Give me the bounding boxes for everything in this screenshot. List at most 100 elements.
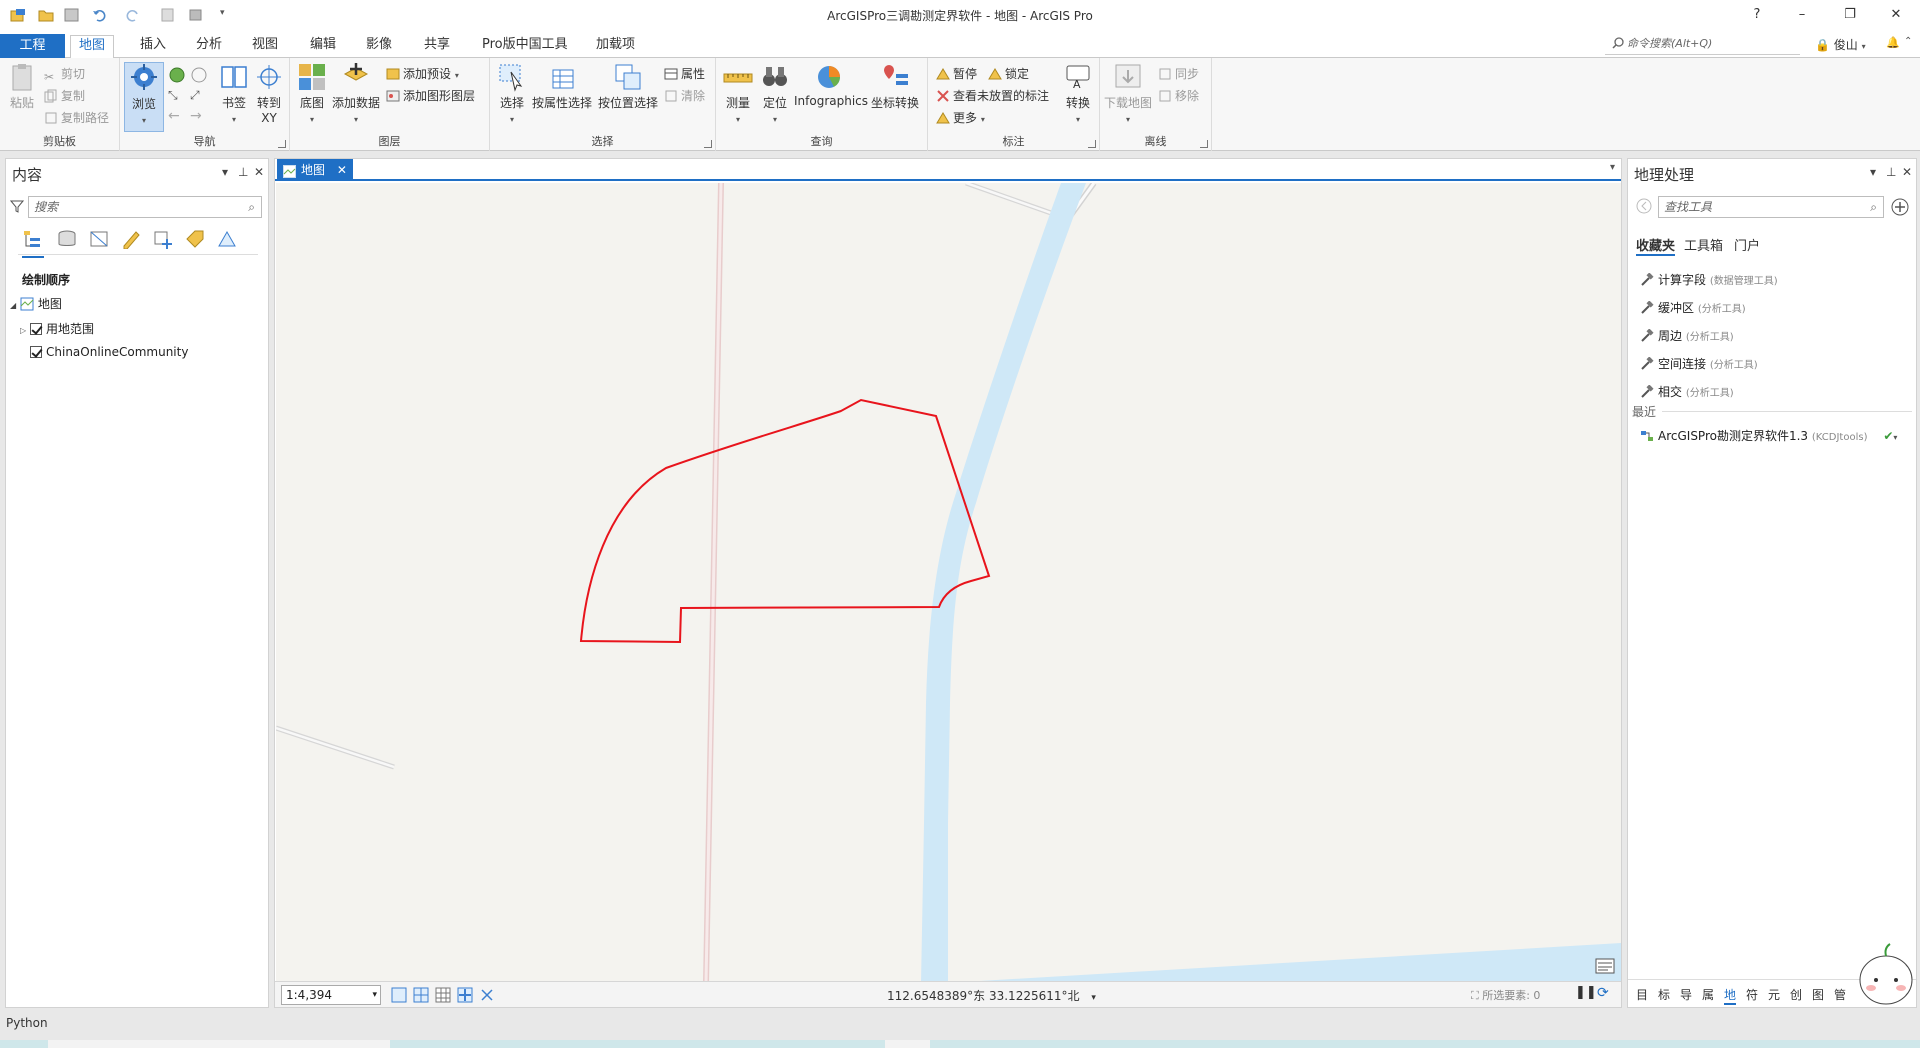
contents-search-input[interactable]: 搜索 ⌕ [28, 196, 262, 218]
convert-labels-button[interactable]: A 转换 ▾ [1060, 62, 1096, 125]
pane-menu-icon[interactable]: ▾ [222, 165, 228, 179]
navigate-launcher[interactable] [278, 140, 286, 148]
dock-tab-attributes[interactable]: 属 [1702, 986, 1714, 1003]
copy-button[interactable]: 复制 [44, 86, 85, 106]
dock-tab-create[interactable]: 创 [1790, 986, 1802, 1003]
measure-button[interactable]: 测量 ▾ [720, 62, 756, 125]
list-by-editing-icon[interactable] [120, 229, 142, 252]
view-unplaced-labels-button[interactable]: 查看未放置的标注 [936, 86, 1049, 106]
lock-labels-button[interactable]: 锁定 [988, 64, 1029, 84]
dock-tab-symbol[interactable]: 符 [1746, 986, 1758, 1003]
zoom-in-fixed-icon[interactable]: ⤡ [168, 88, 178, 103]
tab-map[interactable]: 地图 [70, 35, 115, 59]
favorite-tool-item[interactable]: 计算字段 (数据管理工具) [1640, 271, 1778, 288]
close-button[interactable]: ✕ [1874, 4, 1918, 26]
close-tab-icon[interactable]: ✕ [337, 163, 347, 177]
select-by-location-button[interactable]: 按位置选择 [596, 62, 660, 111]
toc-map-item[interactable]: ◢ 地图 [10, 295, 62, 312]
copy-path-button[interactable]: 复制路径 [44, 108, 109, 128]
tab-imagery[interactable]: 影像 [358, 35, 400, 58]
add-data-button[interactable]: 添加数据 ▾ [330, 62, 382, 125]
chevron-down-icon[interactable]: ▾ [1893, 433, 1897, 442]
minimize-button[interactable]: – [1780, 4, 1824, 26]
list-by-snapping-icon[interactable] [152, 229, 174, 252]
paste-button[interactable]: 粘贴 [6, 62, 38, 111]
add-graphics-layer-button[interactable]: 添加图形图层 [386, 86, 475, 106]
table-grid-icon[interactable] [435, 987, 451, 1006]
pane-menu-icon[interactable]: ▾ [1870, 165, 1876, 179]
tab-edit[interactable]: 编辑 [302, 35, 344, 58]
infographics-button[interactable]: Infographics [794, 62, 868, 108]
attributes-button[interactable]: 属性 [664, 64, 705, 84]
scale-selector[interactable]: 1:4,394 ▾ [281, 985, 381, 1005]
pause-labeling-button[interactable]: 暂停 [936, 64, 977, 84]
forward-icon[interactable]: → [190, 108, 202, 124]
list-by-perspective-imagery-icon[interactable] [216, 229, 238, 252]
tab-portal[interactable]: 门户 [1734, 235, 1760, 254]
offline-launcher[interactable] [1200, 140, 1208, 148]
map-canvas[interactable] [276, 183, 1621, 983]
tab-analysis[interactable]: 分析 [188, 35, 230, 58]
filter-icon[interactable] [9, 199, 25, 216]
basemap-button[interactable]: 底图 ▾ [294, 62, 330, 125]
full-extent-icon[interactable] [168, 66, 186, 87]
labeling-launcher[interactable] [1088, 140, 1096, 148]
tab-share[interactable]: 共享 [416, 35, 458, 58]
notification-icon[interactable]: 🔔 [1886, 36, 1900, 49]
tab-map-view[interactable]: 地图 ✕ [277, 159, 353, 181]
layer-visibility-checkbox[interactable] [30, 346, 42, 358]
explore-button[interactable]: 浏览 ▾ [124, 62, 164, 132]
previous-extent-icon[interactable] [190, 66, 208, 87]
command-search-input[interactable]: 命令搜索(Alt+Q) [1605, 33, 1800, 55]
tab-list-icon[interactable]: ▾ [1610, 162, 1615, 173]
add-icon[interactable] [1890, 197, 1910, 220]
back-icon[interactable] [1636, 198, 1652, 217]
select-by-attributes-button[interactable]: 按属性选择 [530, 62, 594, 111]
close-pane-icon[interactable]: ✕ [254, 165, 264, 179]
add-preset-button[interactable]: 添加预设 ▾ [386, 64, 459, 84]
find-tools-input[interactable]: 查找工具 ⌕ [1658, 196, 1884, 218]
tab-favorites[interactable]: 收藏夹 [1636, 235, 1676, 256]
zoom-out-fixed-icon[interactable]: ⤢ [190, 88, 200, 103]
clear-selection-button[interactable]: 清除 [664, 86, 705, 106]
tab-pro-china-tools[interactable]: Pro版中国工具 [474, 35, 576, 58]
correction-icon[interactable] [479, 987, 495, 1006]
restore-button[interactable]: ❐ [1828, 4, 1872, 26]
list-by-selection-icon[interactable] [88, 229, 110, 252]
toc-layer-item[interactable]: ChinaOnlineCommunity [30, 345, 188, 359]
goto-xy-button[interactable]: 转到 XY [252, 62, 286, 125]
list-by-drawing-order-icon[interactable] [22, 229, 44, 258]
dock-tab-catalog[interactable]: 目 [1636, 986, 1648, 1003]
convert-coordinates-button[interactable]: 坐标转换 [866, 62, 924, 111]
map-overview-icon[interactable] [1595, 958, 1615, 977]
favorite-tool-item[interactable]: 空间连接 (分析工具) [1640, 355, 1758, 372]
fixed-zoom-icon[interactable] [391, 987, 407, 1006]
tab-add-ins[interactable]: 加载项 [588, 35, 643, 58]
python-window-tab[interactable]: Python [6, 1016, 48, 1030]
toc-layer-item[interactable]: ▷ 用地范围 [20, 320, 94, 337]
pause-drawing-icon[interactable]: ❚❚ [1575, 985, 1597, 1000]
favorite-tool-item[interactable]: 相交 (分析工具) [1640, 383, 1734, 400]
cut-button[interactable]: ✂ 剪切 [44, 64, 85, 84]
collapse-icon[interactable]: ◢ [10, 301, 16, 310]
chevron-down-icon[interactable]: ▾ [1091, 993, 1096, 1003]
expand-icon[interactable]: ▷ [20, 326, 26, 335]
list-by-data-source-icon[interactable] [56, 229, 78, 252]
dock-tab-element[interactable]: 元 [1768, 986, 1780, 1003]
more-labeling-button[interactable]: 更多 ▾ [936, 108, 985, 128]
user-account[interactable]: 🔒 俊山 ▾ [1815, 36, 1866, 53]
snapping-icon[interactable] [457, 987, 473, 1006]
tab-view[interactable]: 视图 [244, 35, 286, 58]
close-pane-icon[interactable]: ✕ [1902, 165, 1912, 179]
dock-tab-symbology[interactable]: 标 [1658, 986, 1670, 1003]
refresh-icon[interactable]: ⟳ [1597, 985, 1609, 1001]
bookmarks-button[interactable]: 书签 ▾ [214, 62, 254, 125]
dock-tab-manage[interactable]: 管 [1834, 986, 1846, 1003]
select-button[interactable]: 选择 ▾ [494, 62, 530, 125]
grid-toggle-icon[interactable] [413, 987, 429, 1006]
help-button[interactable]: ? [1735, 4, 1779, 26]
pin-icon[interactable]: ⊥ [238, 165, 248, 179]
back-icon[interactable]: ← [168, 108, 180, 124]
dock-tab-layer[interactable]: 图 [1812, 986, 1824, 1003]
dock-tab-geoprocessing[interactable]: 地 [1724, 986, 1737, 1005]
